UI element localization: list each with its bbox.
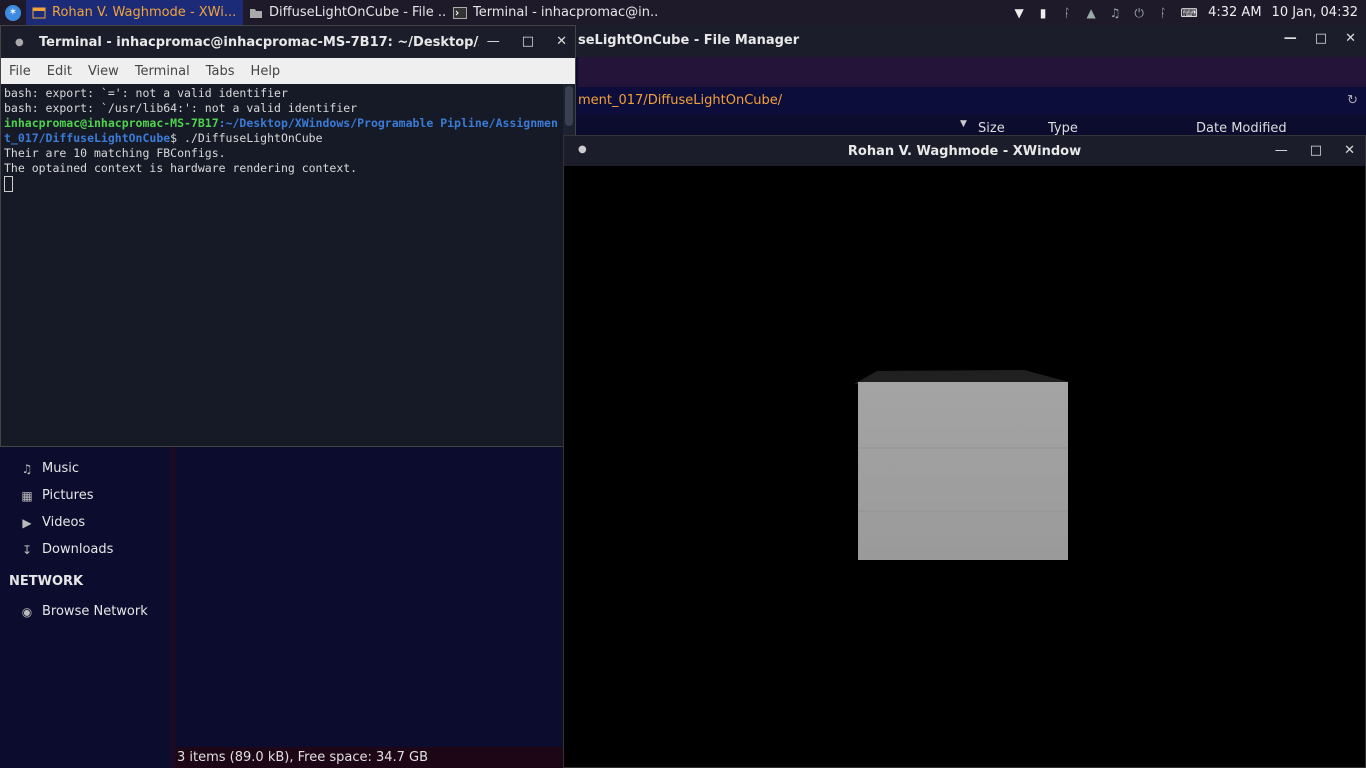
date[interactable]: 10 Jan, 04:32 bbox=[1272, 5, 1358, 20]
window-menu-icon[interactable]: ● bbox=[578, 144, 587, 155]
taskbar-item-xwindow[interactable]: Rohan V. Waghmode - XWi... bbox=[26, 0, 243, 25]
sidebar-item-label: Browse Network bbox=[42, 604, 148, 619]
bluetooth-status-icon[interactable]: ᛛ bbox=[1156, 6, 1170, 20]
wifi-icon[interactable]: ▼ bbox=[1012, 6, 1026, 20]
taskbar-item-terminal[interactable]: Terminal - inhacpromac@in... bbox=[447, 0, 659, 25]
file-manager-sidebar: ♫ Music ▦ Pictures ▶ Videos ↧ Downloads … bbox=[0, 445, 170, 768]
sidebar-item-label: Music bbox=[42, 461, 79, 476]
terminal-line: Their are 10 matching FBConfigs. bbox=[4, 146, 226, 160]
clock[interactable]: 4:32 AM bbox=[1208, 5, 1261, 20]
prompt-path: :~/Desktop/XWindows/Programable Pipline/… bbox=[218, 116, 558, 130]
sidebar-item-pictures[interactable]: ▦ Pictures bbox=[20, 488, 93, 503]
terminal-prompt-line: inhacpromac@inhacpromac-MS-7B17:~/Deskto… bbox=[4, 116, 560, 131]
location-bar[interactable]: ment_017/DiffuseLightOnCube/ ↻ bbox=[578, 87, 1366, 115]
maximize-icon[interactable]: □ bbox=[522, 34, 534, 49]
terminal-titlebar[interactable]: ● Terminal - inhacpromac@inhacpromac-MS-… bbox=[1, 26, 575, 58]
terminal-prompt-line: t_017/DiffuseLightOnCube$ ./DiffuseLight… bbox=[4, 131, 560, 146]
lit-cube-render bbox=[854, 370, 1069, 560]
menu-help[interactable]: Help bbox=[243, 64, 289, 79]
sidebar-item-label: Pictures bbox=[42, 488, 94, 503]
menu-view[interactable]: View bbox=[80, 64, 127, 79]
top-panel: ✶ Rohan V. Waghmode - XWi... DiffuseLigh… bbox=[0, 0, 1366, 25]
location-path: ment_017/DiffuseLightOnCube/ bbox=[578, 93, 783, 108]
power-icon[interactable]: ⏻ bbox=[1132, 6, 1146, 20]
prompt-path: t_017/DiffuseLightOnCube bbox=[4, 131, 171, 145]
column-type[interactable]: Type bbox=[1048, 121, 1078, 136]
menu-terminal[interactable]: Terminal bbox=[127, 64, 198, 79]
taskbar-item-label: DiffuseLightOnCube - File ... bbox=[269, 5, 447, 20]
terminal-line: bash: export: `/usr/lib64:': not a valid… bbox=[4, 101, 358, 115]
sidebar-item-videos[interactable]: ▶ Videos bbox=[20, 515, 85, 530]
menu-tabs[interactable]: Tabs bbox=[198, 64, 243, 79]
window-menu-icon[interactable]: ● bbox=[15, 37, 25, 48]
minimize-icon[interactable]: — bbox=[1275, 143, 1288, 158]
column-size[interactable]: Size bbox=[978, 121, 1005, 136]
sidebar-item-downloads[interactable]: ↧ Downloads bbox=[20, 542, 113, 557]
battery-icon[interactable]: ▮ bbox=[1036, 6, 1050, 20]
file-manager-toolbar bbox=[578, 57, 1366, 87]
keyboard-icon[interactable]: ⌨ bbox=[1180, 6, 1198, 20]
terminal-line: The optained context is hardware renderi… bbox=[4, 161, 358, 175]
sidebar-item-music[interactable]: ♫ Music bbox=[20, 461, 79, 476]
close-icon[interactable]: ✕ bbox=[1345, 31, 1356, 46]
scrollbar-thumb[interactable] bbox=[565, 86, 573, 126]
start-menu-button[interactable]: ✶ bbox=[0, 0, 26, 25]
taskbar-item-label: Rohan V. Waghmode - XWi... bbox=[52, 5, 237, 20]
xwindow-title: Rohan V. Waghmode - XWindow bbox=[847, 143, 1082, 159]
terminal-output[interactable]: bash: export: `=': not a valid identifie… bbox=[1, 84, 563, 446]
reload-icon[interactable]: ↻ bbox=[1347, 87, 1358, 115]
network-icon: ◉ bbox=[21, 604, 33, 619]
gl-viewport[interactable] bbox=[564, 166, 1365, 767]
videos-icon: ▶ bbox=[22, 515, 32, 530]
cube-front-face bbox=[858, 382, 1068, 560]
volume-icon[interactable]: ♫ bbox=[1108, 6, 1122, 20]
window-icon bbox=[32, 7, 46, 18]
music-icon: ♫ bbox=[21, 461, 33, 476]
prompt-command: $ ./DiffuseLightOnCube bbox=[170, 131, 323, 145]
sidebar-heading-network: NETWORK bbox=[9, 574, 84, 589]
menu-file[interactable]: File bbox=[1, 64, 39, 79]
download-icon: ↧ bbox=[21, 542, 33, 557]
menu-edit[interactable]: Edit bbox=[39, 64, 80, 79]
bluetooth-icon[interactable]: ᛛ bbox=[1060, 6, 1074, 20]
system-tray: ▼ ▮ ᛛ ▲ ♫ ⏻ ᛛ ⌨ 4:32 AM 10 Jan, 04:32 bbox=[1012, 0, 1366, 25]
cube-top-face bbox=[854, 370, 1069, 384]
sidebar-item-browse-network[interactable]: ◉ Browse Network bbox=[20, 604, 148, 619]
sidebar-item-label: Videos bbox=[42, 515, 86, 530]
xwindow-titlebar[interactable]: ● Rohan V. Waghmode - XWindow — □ ✕ bbox=[564, 136, 1365, 166]
maximize-icon[interactable]: □ bbox=[1315, 31, 1327, 46]
status-bar: 3 items (89.0 kB), Free space: 34.7 GB bbox=[176, 747, 563, 768]
sidebar-item-label: Downloads bbox=[42, 542, 114, 557]
terminal-menubar: File Edit View Terminal Tabs Help bbox=[1, 58, 575, 84]
network-signal-icon[interactable]: ▲ bbox=[1084, 6, 1098, 20]
column-date-modified[interactable]: Date Modified bbox=[1196, 121, 1287, 136]
taskbar-item-label: Terminal - inhacpromac@in... bbox=[473, 5, 659, 20]
file-manager-title: seLightOnCube - File Manager bbox=[578, 33, 800, 48]
pictures-icon: ▦ bbox=[21, 488, 33, 503]
taskbar-item-file-manager[interactable]: DiffuseLightOnCube - File ... bbox=[243, 0, 447, 25]
sidebar-divider[interactable] bbox=[170, 445, 176, 768]
close-icon[interactable]: ✕ bbox=[1344, 143, 1355, 158]
sort-arrow-icon: ▼ bbox=[960, 119, 967, 129]
app-launcher-icon: ✶ bbox=[5, 4, 21, 21]
terminal-cursor bbox=[4, 176, 13, 192]
maximize-icon[interactable]: □ bbox=[1310, 143, 1322, 158]
terminal-line: bash: export: `=': not a valid identifie… bbox=[4, 86, 288, 100]
terminal-icon bbox=[453, 6, 467, 19]
terminal-title: Terminal - inhacpromac@inhacpromac-MS-7B… bbox=[39, 34, 479, 50]
close-icon[interactable]: ✕ bbox=[556, 34, 567, 49]
minimize-icon[interactable]: — bbox=[1284, 31, 1297, 46]
prompt-user: inhacpromac@inhacpromac-MS-7B17 bbox=[4, 116, 219, 130]
xwindow: ● Rohan V. Waghmode - XWindow — □ ✕ bbox=[563, 135, 1366, 768]
minimize-icon[interactable]: — bbox=[487, 34, 500, 49]
terminal-window: ● Terminal - inhacpromac@inhacpromac-MS-… bbox=[0, 25, 576, 447]
folder-icon bbox=[250, 8, 262, 18]
